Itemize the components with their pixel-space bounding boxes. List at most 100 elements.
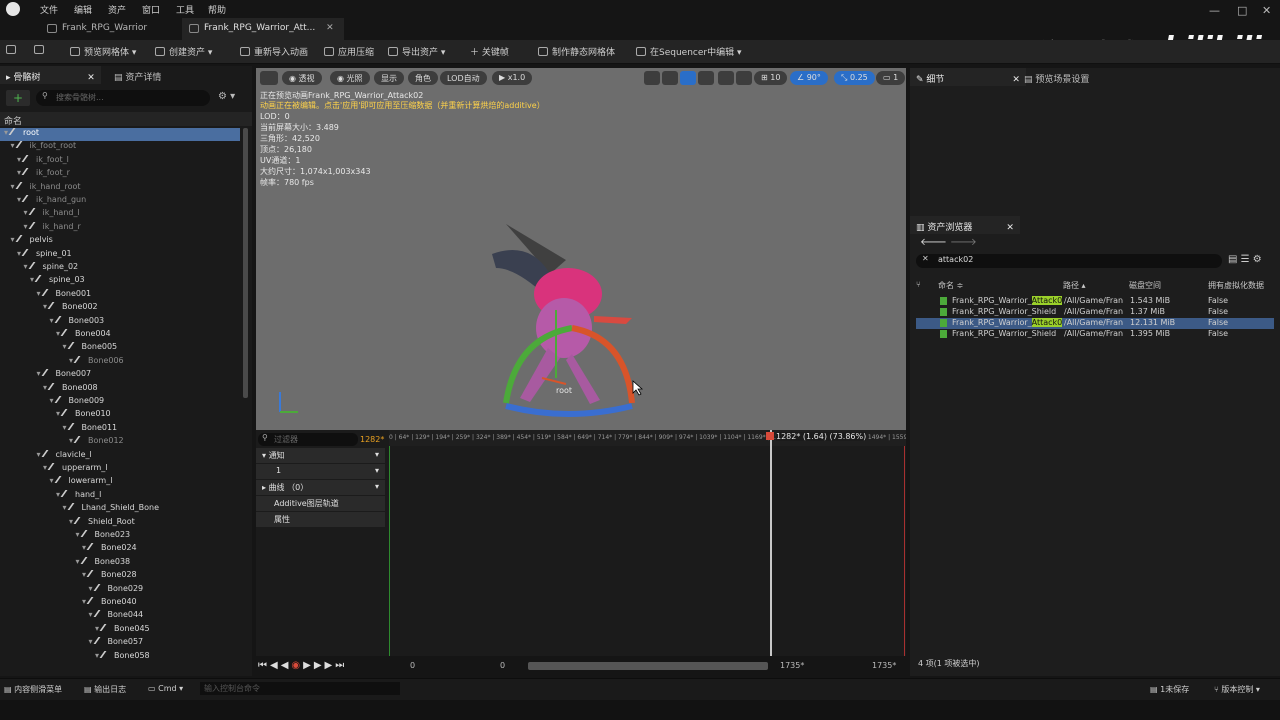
skeleton-search-input[interactable]: ⚲ 搜索骨骼树... [36, 90, 210, 106]
lighting-button[interactable]: ◉ 光照 [330, 71, 370, 85]
working-range-end[interactable]: 1735* [780, 661, 804, 670]
playhead[interactable] [770, 430, 772, 658]
column-name[interactable]: 命名 ≑ [938, 280, 963, 291]
rotate-icon[interactable] [680, 71, 696, 85]
tab-asset-browser[interactable]: ▥ 资产浏览器 ✕ [910, 216, 1020, 234]
asset-row[interactable]: Frank_RPG_Warrior_Shield/All/Game/Fran 1.… [916, 307, 1274, 318]
minimize-icon[interactable]: — [1209, 4, 1220, 17]
make-static-mesh-button[interactable]: 制作静态网格体 [538, 45, 615, 58]
back-arrow-icon[interactable]: 🡐 [920, 236, 947, 248]
column-icon[interactable]: ⑂ [916, 280, 921, 289]
bone-hand_l[interactable]: ▾ hand_l [0, 489, 240, 503]
create-asset-button[interactable]: 创建资产 ▾ [155, 45, 212, 58]
track-curves[interactable]: ▸ 曲线 （0） ▾ [256, 480, 385, 495]
content-drawer-button[interactable]: ▤ 内容侧滑菜单 [4, 684, 62, 695]
bone-bone004[interactable]: ▾ Bone004 [0, 329, 240, 342]
view-range-end[interactable]: 1735* [872, 661, 896, 670]
cmd-dropdown[interactable]: ▭ Cmd ▾ [148, 684, 183, 693]
unsaved-button[interactable]: ▤ 1未保存 [1150, 684, 1189, 695]
console-input[interactable]: 输入控制台命令 [200, 682, 400, 695]
view-range-start[interactable]: 0 [410, 661, 415, 670]
asset-row[interactable]: Frank_RPG_Warrior_Shield/All/Game/Fran 1.… [916, 329, 1274, 340]
menu-asset[interactable]: 资产 [108, 3, 126, 16]
playback-speed-button[interactable]: ▶ x1.0 [492, 71, 533, 85]
clear-search-icon[interactable]: ✕ [922, 254, 929, 263]
bone-lhand_shield_bone[interactable]: ▾ Lhand_Shield_Bone [0, 503, 240, 516]
timeline-scrollbar[interactable] [528, 662, 768, 670]
preview-mesh-button[interactable]: 预览网格体 ▾ [70, 45, 136, 58]
reimport-button[interactable]: 重新导入动画 [240, 45, 308, 58]
camera-speed-button[interactable]: ▭ 1 [876, 71, 906, 85]
bone-upperarm_l[interactable]: ▾ upperarm_l [0, 463, 240, 476]
menu-tools[interactable]: 工具 [176, 3, 194, 16]
select-mode-icon[interactable] [644, 71, 660, 85]
transport-controls[interactable]: ⏮◀◀◉▶▶▶⏭ [258, 660, 347, 671]
bone-ik_foot_l[interactable]: ▾ ik_foot_l [0, 154, 240, 168]
bone-spine_03[interactable]: ▾ spine_03 [0, 275, 240, 288]
bone-bone023[interactable]: ▾ Bone023 [0, 530, 240, 543]
track-notifies[interactable]: ▾ 通知 ▾ [256, 448, 385, 463]
lod-auto-button[interactable]: LOD自动 [440, 71, 487, 85]
menu-file[interactable]: 文件 [40, 3, 58, 16]
bone-ik_foot_root[interactable]: ▾ ik_foot_root [0, 141, 240, 154]
apply-compression-button[interactable]: 应用压缩 [324, 45, 374, 58]
bone-bone028[interactable]: ▾ Bone028 [0, 570, 240, 583]
track-notify-1[interactable]: 1 ▾ [256, 464, 385, 479]
source-control-button[interactable]: ⑂ 版本控制 ▾ [1214, 684, 1260, 695]
column-path[interactable]: 路径 ▴ [1063, 280, 1086, 291]
keyframe-button[interactable]: ＋ 关键帧 [470, 45, 509, 58]
track-filter-input[interactable]: ⚲ 过滤器 [258, 433, 358, 446]
column-header-name[interactable]: 命名 [0, 112, 252, 127]
working-range-start[interactable]: 0 [500, 661, 505, 670]
bone-bone006[interactable]: ▾ Bone006 [0, 355, 240, 369]
filter-icons[interactable]: ▤ ☰ ⚙ [1228, 254, 1262, 265]
column-disk-size[interactable]: 磁盘空间 [1129, 280, 1161, 291]
bone-bone001[interactable]: ▾ Bone001 [0, 288, 240, 302]
bone-bone057[interactable]: ▾ Bone057 [0, 637, 240, 650]
bone-ik_hand_root[interactable]: ▾ ik_hand_root [0, 181, 240, 195]
playhead-handle-icon[interactable] [766, 432, 774, 440]
bone-bone058[interactable]: ▾ Bone058 [0, 650, 240, 664]
bone-ik_hand_r[interactable]: ▾ ik_hand_r [0, 221, 240, 235]
bone-spine_02[interactable]: ▾ spine_02 [0, 262, 240, 275]
asset-row[interactable]: Frank_RPG_Warrior_Attack0/All/Game/Fran 1… [916, 318, 1274, 329]
bone-bone029[interactable]: ▾ Bone029 [0, 583, 240, 597]
scale-icon[interactable] [698, 71, 714, 85]
tree-scrollbar[interactable] [243, 128, 248, 398]
bone-bone044[interactable]: ▾ Bone044 [0, 610, 240, 623]
bone-spine_01[interactable]: ▾ spine_01 [0, 248, 240, 262]
bone-ik_foot_r[interactable]: ▾ ik_foot_r [0, 168, 240, 181]
bone-ik_hand_l[interactable]: ▾ ik_hand_l [0, 208, 240, 221]
asset-row[interactable]: Frank_RPG_Warrior_Attack0/All/Game/Fran 1… [916, 296, 1274, 307]
bone-lowerarm_l[interactable]: ▾ lowerarm_l [0, 476, 240, 489]
settings-gear-icon[interactable]: ⚙ ▾ [218, 91, 235, 102]
bone-ik_hand_gun[interactable]: ▾ ik_hand_gun [0, 195, 240, 208]
close-icon[interactable]: ✕ [326, 23, 334, 33]
tab-animation-asset[interactable]: Frank_RPG_Warrior_Att... ✕ [182, 18, 344, 40]
bone-bone005[interactable]: ▾ Bone005 [0, 342, 240, 355]
edit-in-sequencer-button[interactable]: 在Sequencer中编辑 ▾ [636, 45, 742, 58]
browse-icon[interactable] [34, 45, 48, 56]
menu-edit[interactable]: 编辑 [74, 3, 92, 16]
grid-snap-button[interactable]: ⊞ 10 [754, 71, 788, 85]
bone-bone008[interactable]: ▾ Bone008 [0, 382, 240, 396]
bone-bone003[interactable]: ▾ Bone003 [0, 315, 240, 329]
character-button[interactable]: 角色 [408, 71, 438, 85]
bone-bone010[interactable]: ▾ Bone010 [0, 409, 240, 422]
show-button[interactable]: 显示 [374, 71, 404, 85]
scale-snap-button[interactable]: ⤡ 0.25 [834, 71, 875, 85]
bone-bone009[interactable]: ▾ Bone009 [0, 396, 240, 409]
bone-bone011[interactable]: ▾ Bone011 [0, 422, 240, 436]
tab-asset-details[interactable]: ▤ 资产详情 [108, 66, 167, 84]
bone-bone002[interactable]: ▾ Bone002 [0, 302, 240, 315]
menu-help[interactable]: 帮助 [208, 3, 226, 16]
viewport-menu-icon[interactable] [260, 71, 278, 85]
export-asset-button[interactable]: 导出资产 ▾ [388, 45, 445, 58]
tab-skeleton-tree[interactable]: ▸ 骨骼树 ✕ [0, 66, 101, 84]
surface-snap-icon[interactable] [736, 71, 752, 85]
asset-search-input[interactable]: ✕ attack02 [916, 254, 1222, 268]
bone-root[interactable]: ▾ root [0, 128, 240, 141]
bone-bone024[interactable]: ▾ Bone024 [0, 543, 240, 556]
bone-bone007[interactable]: ▾ Bone007 [0, 369, 240, 382]
bone-bone038[interactable]: ▾ Bone038 [0, 556, 240, 570]
